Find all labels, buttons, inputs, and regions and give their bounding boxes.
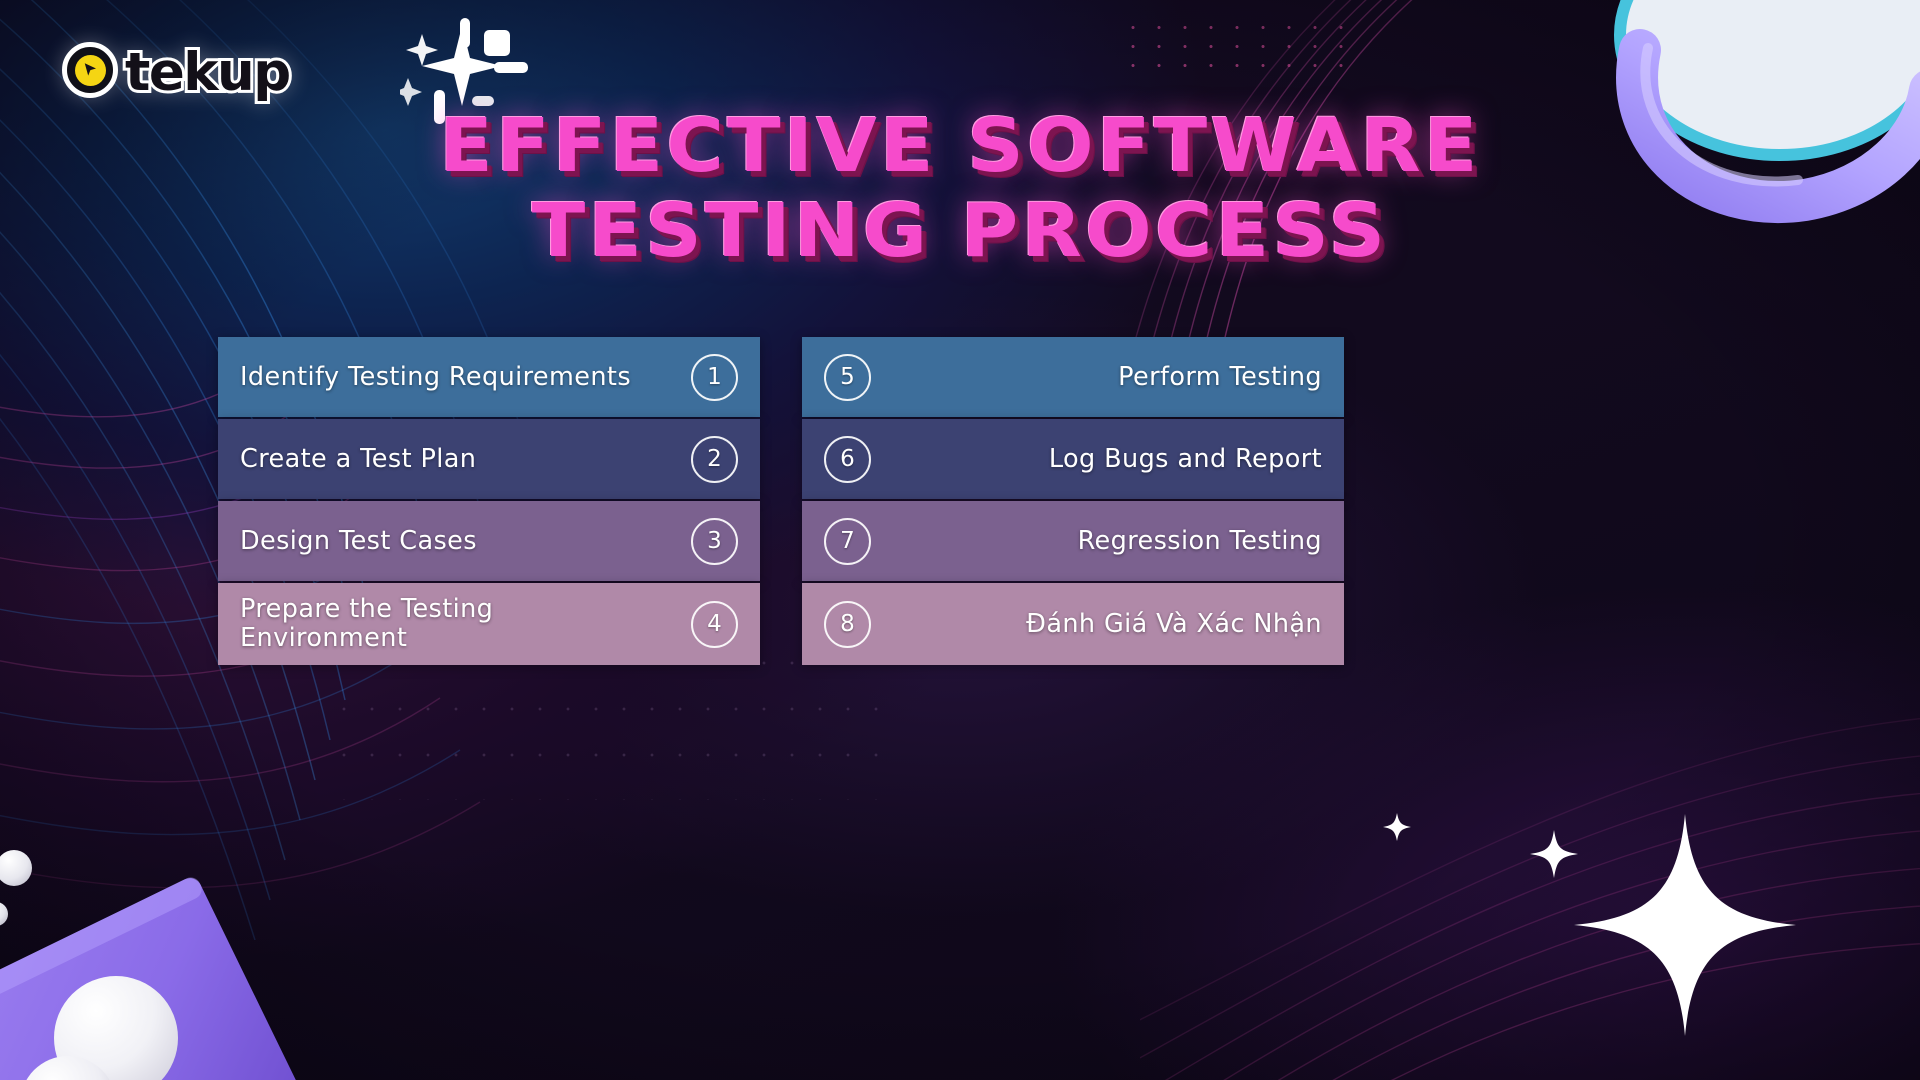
brand-logo[interactable]: tekup xyxy=(62,41,294,103)
step-number-badge: 8 xyxy=(824,600,871,648)
step-label: Identify Testing Requirements xyxy=(240,361,631,392)
sphere-small xyxy=(0,850,32,886)
3d-sphere-cluster xyxy=(0,850,250,1080)
step-row[interactable]: Identify Testing Requirements 1 xyxy=(218,337,760,417)
steps-column-left: Identify Testing Requirements 1 Create a… xyxy=(218,337,760,665)
step-label: Design Test Cases xyxy=(240,525,477,556)
step-row[interactable]: Prepare the Testing Environment 4 xyxy=(218,583,760,665)
step-row[interactable]: Design Test Cases 3 xyxy=(218,501,760,581)
step-label: Đánh Giá Và Xác Nhận xyxy=(1026,608,1322,639)
step-label: Create a Test Plan xyxy=(240,443,477,474)
poster-canvas: tekup EFFECTIVE SOFTWARE TESTING PROCESS… xyxy=(0,0,1920,1080)
sphere-tiny xyxy=(0,902,8,926)
step-row[interactable]: 8 Đánh Giá Và Xác Nhận xyxy=(802,583,1344,665)
page-title-line-2: TESTING PROCESS xyxy=(531,188,1389,275)
step-number-badge: 1 xyxy=(691,353,738,401)
step-number-badge: 5 xyxy=(824,353,871,401)
logo-mark xyxy=(62,42,118,98)
sparkle-star-icon-large xyxy=(1574,814,1796,1036)
step-row[interactable]: 6 Log Bugs and Report xyxy=(802,419,1344,499)
steps-column-right: 5 Perform Testing 6 Log Bugs and Report … xyxy=(802,337,1344,665)
step-label: Prepare the Testing Environment xyxy=(240,594,494,653)
step-row[interactable]: 7 Regression Testing xyxy=(802,501,1344,581)
sparkle-star-icon-small xyxy=(1530,830,1578,878)
step-number-badge: 7 xyxy=(824,517,871,565)
cursor-arrow-icon xyxy=(74,54,106,86)
step-number-badge: 4 xyxy=(691,600,738,648)
step-row[interactable]: 5 Perform Testing xyxy=(802,337,1344,417)
page-title-line-1: EFFECTIVE SOFTWARE xyxy=(439,103,1481,189)
step-number-badge: 3 xyxy=(691,517,738,565)
page-title: EFFECTIVE SOFTWARE TESTING PROCESS xyxy=(0,103,1920,275)
step-label: Perform Testing xyxy=(1118,361,1322,392)
process-steps: Identify Testing Requirements 1 Create a… xyxy=(218,337,1344,665)
sparkle-star-icon-mini xyxy=(1383,813,1411,841)
step-number-badge: 2 xyxy=(691,435,738,483)
step-number-badge: 6 xyxy=(824,435,871,483)
step-label: Log Bugs and Report xyxy=(1048,443,1322,474)
step-label: Regression Testing xyxy=(1077,525,1322,556)
logo-wordmark: tekup xyxy=(122,41,294,103)
step-row[interactable]: Create a Test Plan 2 xyxy=(218,419,760,499)
